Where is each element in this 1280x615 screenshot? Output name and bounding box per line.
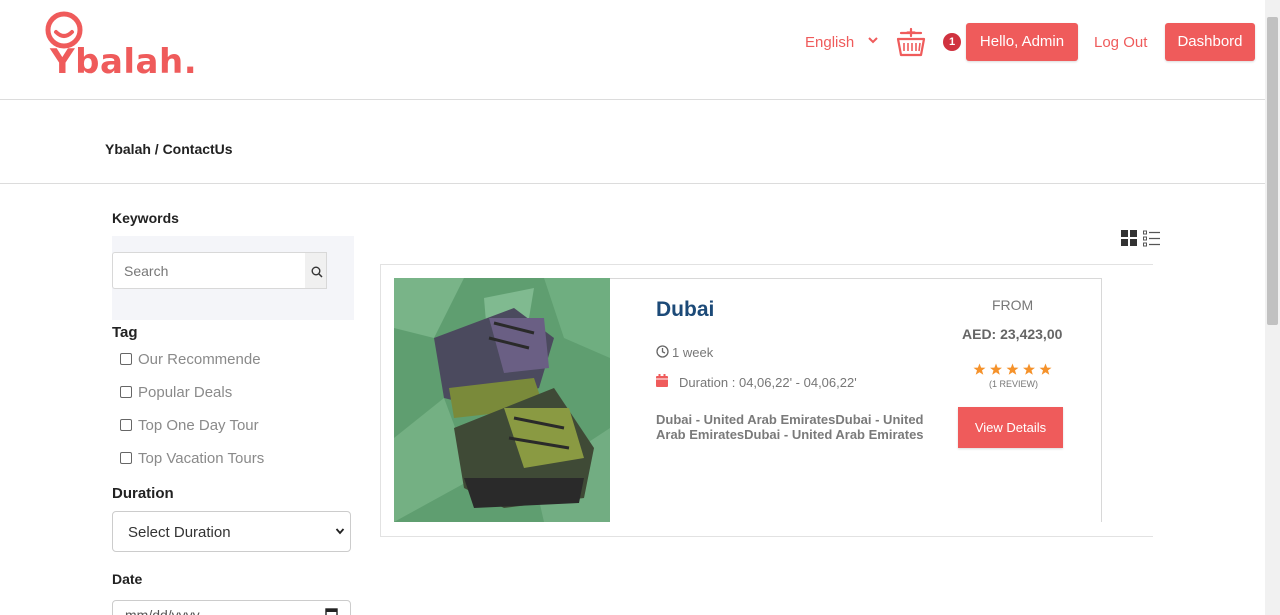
list-view-icon[interactable] xyxy=(1143,230,1160,247)
scrollbar-thumb[interactable] xyxy=(1267,17,1278,325)
tour-location: Dubai - United Arab EmiratesDubai - Unit… xyxy=(656,412,924,442)
logo-text: Ybalah. xyxy=(50,42,198,82)
tour-length: 1 week xyxy=(672,345,714,360)
search-input[interactable] xyxy=(112,252,306,289)
ybalah-logo[interactable]: Ybalah. xyxy=(44,10,224,82)
date-label: Date xyxy=(112,571,143,587)
cart-count-badge: 1 xyxy=(943,33,961,51)
search-button[interactable] xyxy=(305,252,327,289)
rating-stars xyxy=(973,363,1052,375)
hello-admin-button[interactable]: Hello, Admin xyxy=(966,23,1078,61)
tag-option-label: Popular Deals xyxy=(138,384,233,401)
checkbox[interactable] xyxy=(120,353,132,365)
logout-link[interactable]: Log Out xyxy=(1094,34,1147,51)
price-from-label: FROM xyxy=(992,297,1034,313)
search-icon xyxy=(311,266,323,278)
checkbox[interactable] xyxy=(120,419,132,431)
tour-duration: Duration : 04,06,22' - 04,06,22' xyxy=(679,375,857,390)
checkbox[interactable] xyxy=(120,386,132,398)
tag-label: Tag xyxy=(112,324,138,341)
date-field[interactable]: mm/dd/yyyy xyxy=(112,600,351,615)
grid-view-icon[interactable] xyxy=(1121,230,1137,246)
dashboard-button[interactable]: Dashbord xyxy=(1165,23,1255,61)
review-count[interactable]: (1 REVIEW) xyxy=(989,379,1038,389)
calendar-icon[interactable] xyxy=(325,607,338,615)
tour-price: AED: 23,423,00 xyxy=(962,326,1063,342)
duration-label: Duration xyxy=(112,485,174,502)
tag-option-label: Top Vacation Tours xyxy=(138,450,265,467)
keywords-label: Keywords xyxy=(112,210,179,226)
chevron-down-icon[interactable] xyxy=(866,33,880,47)
checkbox[interactable] xyxy=(120,452,132,464)
star-icon xyxy=(990,363,1002,375)
star-icon xyxy=(973,363,986,375)
star-icon xyxy=(1039,363,1052,375)
calendar-icon xyxy=(656,374,668,387)
tour-image[interactable] xyxy=(394,278,610,522)
tag-option-label: Our Recommende xyxy=(138,351,261,368)
duration-select[interactable]: Select Duration xyxy=(112,511,351,552)
basket-icon[interactable] xyxy=(895,26,927,58)
tour-title[interactable]: Dubai xyxy=(656,298,714,322)
star-icon xyxy=(1023,363,1035,375)
duration-select-value: Select Duration xyxy=(128,524,231,541)
view-details-button[interactable]: View Details xyxy=(958,407,1063,448)
date-placeholder: mm/dd/yyyy xyxy=(125,607,200,615)
tag-option-label: Top One Day Tour xyxy=(138,417,259,434)
language-select[interactable]: English xyxy=(805,34,854,51)
breadcrumb: Ybalah / ContactUs xyxy=(105,141,233,157)
clock-icon xyxy=(656,345,669,358)
star-icon xyxy=(1006,363,1019,375)
chevron-down-icon xyxy=(335,528,345,535)
